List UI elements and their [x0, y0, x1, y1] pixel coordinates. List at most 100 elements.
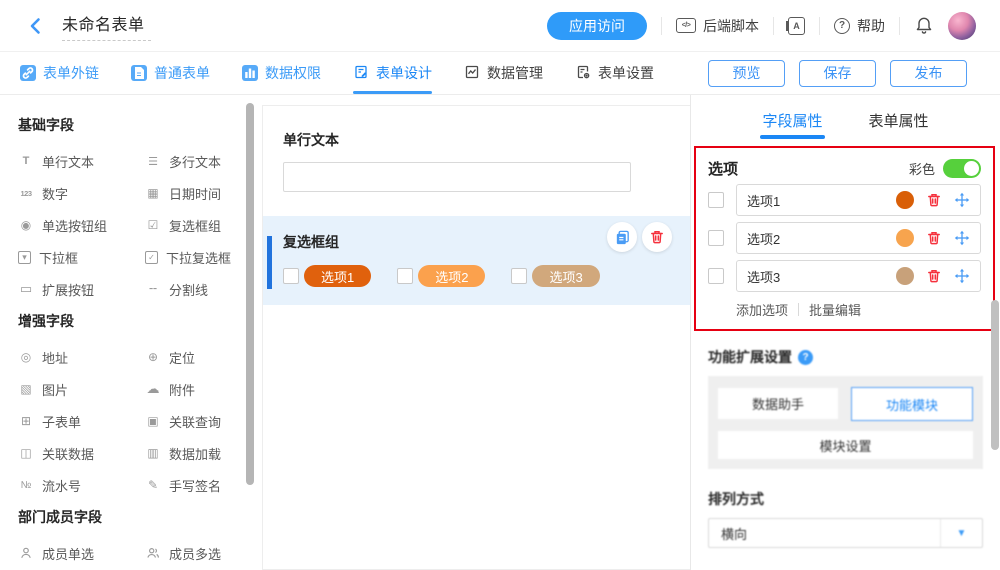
option-color-dot[interactable]	[896, 191, 914, 209]
datetime-icon	[145, 185, 161, 201]
palette-item-number[interactable]: 数字	[18, 177, 145, 209]
palette-item-image[interactable]: 图片	[18, 373, 145, 405]
move-option-icon[interactable]	[954, 268, 970, 284]
move-option-icon[interactable]	[954, 192, 970, 208]
divider	[661, 17, 662, 35]
option-pill[interactable]: 选项2	[418, 265, 485, 287]
palette-item-member-single[interactable]: 成员单选	[18, 537, 145, 569]
sidebar-scrollbar[interactable]	[246, 103, 254, 485]
palette-item-multi-select[interactable]: 下拉复选框	[145, 241, 258, 273]
radio-group-icon	[18, 217, 34, 233]
tab-field-properties[interactable]: 字段属性	[762, 95, 822, 145]
delete-option-icon[interactable]	[926, 192, 942, 208]
palette-item-select[interactable]: 下拉框	[18, 241, 145, 273]
tab-form-design[interactable]: 表单设计	[353, 52, 432, 94]
divider-line-icon	[145, 281, 161, 297]
tab-form-settings[interactable]: 表单设置	[575, 52, 654, 94]
palette-item-attachment[interactable]: 附件	[145, 373, 258, 405]
palette-item-locate[interactable]: 定位	[145, 341, 258, 373]
option-color-dot[interactable]	[896, 267, 914, 285]
option-row: 选项3	[708, 260, 981, 292]
subform-icon	[18, 413, 34, 429]
checkbox[interactable]	[511, 268, 527, 284]
field-label: 单行文本	[283, 130, 670, 150]
copy-field-button[interactable]	[607, 222, 637, 252]
publish-button[interactable]: 发布	[890, 60, 967, 87]
tab-data-permission[interactable]: 数据权限	[242, 52, 321, 94]
palette-item-multi-line-text[interactable]: 多行文本	[145, 145, 258, 177]
palette-item-checkbox-group[interactable]: 复选框组	[145, 209, 258, 241]
move-option-icon[interactable]	[954, 230, 970, 246]
single-line-text-input[interactable]	[283, 162, 631, 192]
tab-normal-form[interactable]: 普通表单	[131, 52, 210, 94]
user-avatar[interactable]	[948, 12, 976, 40]
divider	[819, 17, 820, 35]
tab-form-external-link[interactable]: 表单外链	[20, 52, 99, 94]
canvas-field-checkbox-group-selected[interactable]: 复选框组 选项1 选项	[263, 216, 690, 305]
page-title[interactable]: 未命名表单	[62, 17, 145, 34]
attachment-icon	[145, 381, 161, 397]
backend-script-button[interactable]: 后端脚本	[676, 16, 759, 36]
function-module-button[interactable]: 功能模块	[851, 387, 973, 421]
form-toolbar: 表单外链 普通表单 数据权限 表单设计	[0, 52, 1000, 95]
divider	[798, 303, 799, 316]
save-button[interactable]: 保存	[799, 60, 876, 87]
palette-item-expand-button[interactable]: 扩展按钮	[18, 273, 145, 305]
checkbox[interactable]	[708, 230, 724, 246]
delete-option-icon[interactable]	[926, 268, 942, 284]
options-section-title: 选项	[708, 158, 738, 179]
address-icon	[18, 349, 34, 365]
palette-item-linked-query[interactable]: 关联查询	[145, 405, 258, 437]
arrangement-select[interactable]: 横向	[708, 518, 983, 548]
dictionary-icon[interactable]	[788, 17, 805, 35]
properties-scrollbar[interactable]	[991, 300, 999, 450]
code-icon	[676, 18, 696, 33]
linked-data-icon	[18, 445, 34, 461]
image-icon	[18, 381, 34, 397]
tab-form-properties[interactable]: 表单属性	[869, 95, 929, 145]
palette-item-divider-line[interactable]: 分割线	[145, 273, 258, 305]
option-pill[interactable]: 选项3	[532, 265, 599, 287]
back-icon[interactable]	[26, 16, 46, 36]
palette-item-serial-number[interactable]: 流水号	[18, 469, 145, 501]
form-settings-icon	[575, 64, 591, 83]
palette-item-subform[interactable]: 子表单	[18, 405, 145, 437]
checkbox-group-icon	[145, 217, 161, 233]
color-toggle[interactable]	[943, 159, 981, 178]
single-line-text-icon	[18, 153, 34, 169]
notification-bell-icon[interactable]	[914, 15, 934, 36]
palette-item-single-line-text[interactable]: 单行文本	[18, 145, 145, 177]
checkbox[interactable]	[708, 192, 724, 208]
palette-item-datetime[interactable]: 日期时间	[145, 177, 258, 209]
preview-button[interactable]: 预览	[708, 60, 785, 87]
help-button[interactable]: 帮助	[834, 16, 885, 36]
option-value-input[interactable]: 选项1	[747, 191, 896, 210]
checkbox[interactable]	[283, 268, 299, 284]
palette-item-radio-group[interactable]: 单选按钮组	[18, 209, 145, 241]
palette-item-linked-data[interactable]: 关联数据	[18, 437, 145, 469]
batch-edit-link[interactable]: 批量编辑	[809, 300, 861, 319]
module-settings-button[interactable]: 模块设置	[718, 431, 973, 459]
data-load-icon	[145, 445, 161, 461]
option-value-input[interactable]: 选项3	[747, 267, 896, 286]
option-value-input[interactable]: 选项2	[747, 229, 896, 248]
tab-data-manage[interactable]: 数据管理	[464, 52, 543, 94]
help-question-icon[interactable]	[798, 350, 813, 365]
checkbox[interactable]	[397, 268, 413, 284]
extension-section-title: 功能扩展设置	[708, 347, 792, 367]
canvas-field-text[interactable]: 单行文本	[263, 106, 690, 204]
checkbox[interactable]	[708, 268, 724, 284]
option-pill[interactable]: 选项1	[304, 265, 371, 287]
add-option-link[interactable]: 添加选项	[736, 300, 788, 319]
option-color-dot[interactable]	[896, 229, 914, 247]
app-access-button[interactable]: 应用访问	[547, 12, 647, 40]
palette-item-data-load[interactable]: 数据加载	[145, 437, 258, 469]
delete-field-button[interactable]	[642, 222, 672, 252]
palette-item-member-multi[interactable]: 成员多选	[145, 537, 258, 569]
data-assistant-button[interactable]: 数据助手	[718, 388, 838, 419]
delete-option-icon[interactable]	[926, 230, 942, 246]
palette-item-address[interactable]: 地址	[18, 341, 145, 373]
field-label: 复选框组	[283, 232, 339, 252]
palette-item-signature[interactable]: 手写签名	[145, 469, 258, 501]
form-design-icon	[353, 64, 369, 83]
